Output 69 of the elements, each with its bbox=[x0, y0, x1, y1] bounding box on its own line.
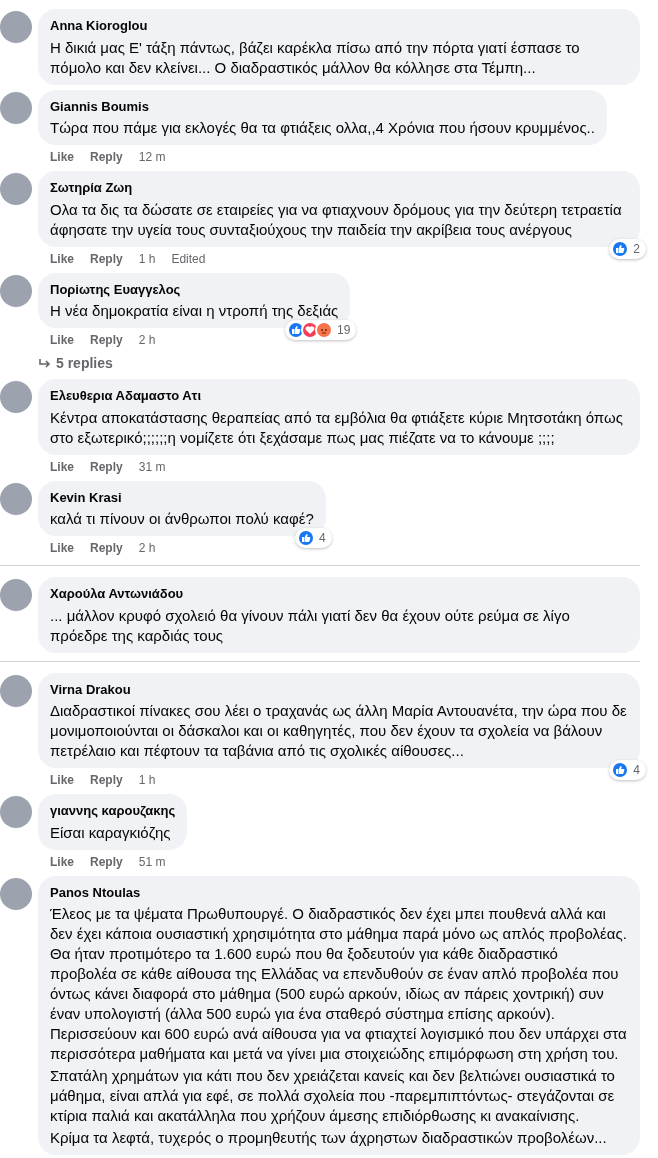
reaction-summary[interactable]: 4 bbox=[609, 760, 646, 780]
comment-text: Σπατάλη χρημάτων για κάτι που δεν χρειάζεται κανείς και δεν βελτιώνει ουσιαστικά το μάθημα, είναι απλά για εφέ, σε πολλά σχολεία που -παρεμπιπτόντως- στεγάζονται σε κτίρια παλιά και ακατάλληλα που χρήζουν άμεσης επιδιόρθωσης κι ανακαίνισης. bbox=[50, 1066, 616, 1126]
comment-time[interactable]: 51 m bbox=[138, 852, 166, 871]
comment-time[interactable]: 2 h bbox=[138, 331, 156, 349]
reaction-summary[interactable]: 2 bbox=[609, 238, 646, 259]
avatar[interactable] bbox=[0, 482, 32, 515]
commenter-name[interactable]: Virna Drakou bbox=[50, 679, 628, 699]
reaction-count: 2 bbox=[633, 240, 640, 258]
avatar[interactable] bbox=[0, 579, 32, 611]
comment-text: ... μάλλον κρυφό σχολειό θα γίνουν πάλι γιατί δεν θα έχουν ούτε ρεύμα σε λίγο πρόεδρε της καρδιάς τους bbox=[50, 605, 571, 646]
thumbs-up-icon bbox=[286, 321, 305, 339]
comment-text: Η νέα δημοκρατία είναι η ντροπή της δεξιάς bbox=[50, 301, 339, 321]
comment-text: Είσαι καραγκιόζης bbox=[50, 822, 172, 843]
comment-action-link[interactable]: Reply bbox=[90, 249, 123, 268]
comment-action-link[interactable]: Reply bbox=[90, 457, 123, 476]
commenter-name[interactable]: Kevin Krasi bbox=[50, 487, 314, 507]
avatar[interactable] bbox=[0, 796, 32, 828]
avatar[interactable] bbox=[0, 11, 32, 43]
thumbs-up-icon bbox=[611, 761, 630, 779]
comment-text: Η δικιά μας Ε' τάξη πάντως, βάζει καρέκλα πίσω από την πόρτα γιατί έσπασε το πόμολο και δεν κλείνει... Ο διαδραστικός μάλλον θα κόλλησε στα Τέμπη... bbox=[50, 37, 581, 78]
comment-action-link[interactable]: Like bbox=[50, 249, 74, 268]
commenter-name[interactable]: Πορiωτης Ευαγγελος bbox=[50, 279, 339, 299]
reaction-count: 19 bbox=[336, 322, 351, 339]
avatar[interactable] bbox=[0, 674, 32, 707]
comment-text: Έλεος με τα ψέματα Πρωθυπουργέ. Ο διαδραστικός δεν έχει μπει πουθενά αλλά και δεν έχει κάποια ουσιαστική χρησιμότητα στο μάθημα παρά μόνο ως απλός προβολέας. Θα ήταν προτιμότερο τα 1.600 ευρώ που θα ξοδευτούν για κάθε διαδραστικό προβολέα σε κάθε αίθουσα της Ελλάδας να επενδυθούν σε έναν απλό προβολέα που όντως κάνει διαφορά στο μάθημα (500 ευρώ αρκούν, ιδίως αν πάρεις χοντρική) συν έναν υπολογιστή (άλλα 500 ευρώ για ένα σταθερό σύστημα επίσης αρκούν). Περισσεύουν και 600 ευρώ ανά αίθουσα για να φτιαχτεί λογισμικό που δεν υπάρχει στα περισσότερα μαθήματα και μετά να γίνει μια στοιχειώδης επιμόρφωση στη χρήση του. bbox=[50, 904, 628, 1064]
comment-text: Τώρα που πάμε για εκλογές θα τα φτιάξεις ολλα,,4 Χρόνια που ήσουν κρυμμένος.. bbox=[50, 118, 595, 138]
avatar[interactable] bbox=[0, 91, 32, 124]
commenter-name[interactable]: Anna Kioroglou bbox=[50, 16, 628, 36]
view-replies-link[interactable]: 5 replies bbox=[38, 353, 113, 374]
commenter-name[interactable]: Σωτηρία Ζωη bbox=[50, 178, 628, 198]
comment-text: καλά τι πίνουν οι άνθρωποι πολύ καφέ? bbox=[50, 509, 314, 529]
thumbs-up-icon bbox=[611, 239, 630, 258]
commenter-name[interactable]: Ελευθερια Αδαμαστο Ατι bbox=[50, 386, 628, 406]
comment-text: Κέντρα αποκατάστασης θεραπείας από τα εμβόλια θα φτιάξετε κύριε Μητσοτάκη όπως στο εξωτερικό;;;;;;η νομίζετε ότι ξεχάσαμε πως μας πιέζατε να το κάνουμε ;;;; bbox=[50, 407, 624, 448]
comment-action-link[interactable]: Reply bbox=[90, 148, 123, 166]
comment-text: Διαδραστικοί πίνακες σου λέει ο τραχανάς ως άλλη Μαρία Αντουανέτα, την ώρα που δε μονιμοποιούνται οι δάσκαλοι και οι καθηγητές, που δεν έχουν τα σχολεία να βάλουν πετρέλαιο και πέφτουν τα ταβάνια από τις σχολικές αίθουσες... bbox=[50, 701, 628, 761]
reaction-count: 4 bbox=[633, 762, 640, 779]
comment-action-link[interactable]: Like bbox=[50, 771, 74, 789]
comment-time[interactable]: 1 h bbox=[138, 249, 156, 268]
comment-action-link[interactable]: Like bbox=[50, 539, 74, 557]
avatar[interactable] bbox=[0, 877, 32, 910]
avatar[interactable] bbox=[0, 274, 32, 307]
comment-action-link[interactable]: Like bbox=[50, 457, 74, 476]
thumbs-up-icon bbox=[297, 529, 316, 547]
comment-action-link[interactable]: Like bbox=[50, 331, 74, 349]
reply-arrow-icon bbox=[38, 357, 52, 370]
comment-text: Ολα τα δις τα δώσατε σε εταιρείες για να φτιαχνουν δρόμους για την δεύτερη τετραετία άφησατε την υγεία τους συνταξιούχους την παιδεία την ακρίβεια τους ανέργους bbox=[50, 199, 623, 240]
comment-time[interactable]: 12 m bbox=[138, 148, 166, 166]
edited-label: Edited bbox=[171, 250, 206, 268]
reaction-count: 4 bbox=[319, 530, 326, 547]
commenter-name[interactable]: Giannis Boumis bbox=[50, 96, 595, 116]
comment-action-link[interactable]: Reply bbox=[90, 852, 123, 871]
comment-action-link[interactable]: Like bbox=[50, 852, 74, 871]
commenter-name[interactable]: Χαρούλα Αντωνιάδου bbox=[50, 584, 628, 604]
comment-time[interactable]: 31 m bbox=[138, 457, 166, 476]
reaction-summary[interactable]: 4 bbox=[295, 528, 332, 548]
comment-time[interactable]: 1 h bbox=[138, 771, 156, 789]
comment-action-link[interactable]: Reply bbox=[90, 539, 123, 557]
comment-action-link[interactable]: Reply bbox=[90, 771, 123, 789]
avatar[interactable] bbox=[0, 381, 32, 413]
comment-action-link[interactable]: Like bbox=[50, 148, 74, 166]
avatar[interactable] bbox=[0, 173, 32, 205]
angry-face-icon bbox=[314, 321, 333, 339]
commenter-name[interactable]: Panos Ntoulas bbox=[50, 882, 628, 902]
comment-text: Κρίμα τα λεφτά, τυχερός ο προμηθευτής των άχρηστων διαδραστικών προβολέων... bbox=[50, 1128, 608, 1148]
reaction-summary[interactable]: 19 bbox=[284, 320, 357, 340]
comment-action-link[interactable]: Reply bbox=[90, 331, 123, 349]
commenter-name[interactable]: γιαννης καρουζακης bbox=[50, 801, 176, 821]
comment-time[interactable]: 2 h bbox=[138, 539, 156, 557]
